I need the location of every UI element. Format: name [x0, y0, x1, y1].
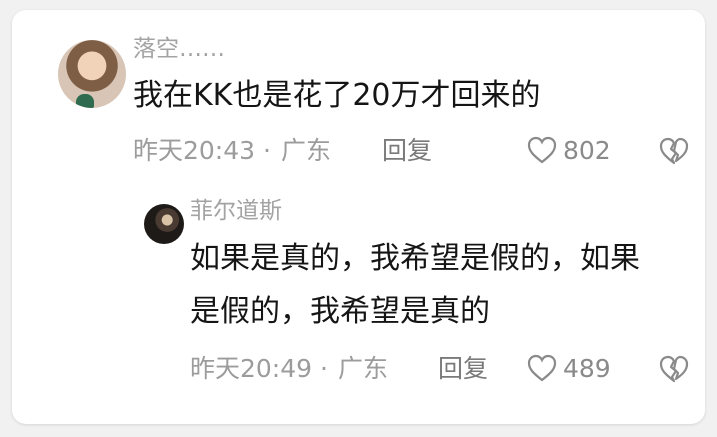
comment-location: 广东: [281, 136, 332, 165]
reply-button[interactable]: 回复: [382, 138, 432, 163]
heart-outline-icon: [527, 354, 557, 382]
reply-text-line-1: 如果是真的，我希望是假的，如果: [190, 241, 640, 276]
reply-text-line-2: 是假的，我希望是真的: [190, 294, 490, 329]
reply-like-count: 489: [563, 353, 611, 383]
reply-time: 昨天20:49: [190, 354, 313, 383]
comment-card: 落空…… 我在KK也是花了20万才回来的 昨天20:43 · 广东 回复 802 菲…: [12, 10, 705, 424]
broken-heart-icon: [659, 137, 689, 165]
reply-dislike-button[interactable]: [659, 355, 689, 383]
avatar-cup: [76, 94, 94, 108]
user-avatar[interactable]: [58, 40, 126, 108]
reply-username[interactable]: 菲尔道斯: [190, 200, 282, 223]
comment-time: 昨天20:43: [133, 136, 256, 165]
comment-text: 我在KK也是花了20万才回来的: [133, 78, 541, 113]
meta-separator: ·: [320, 354, 328, 383]
reply-meta: 昨天20:49 · 广东: [190, 356, 388, 381]
broken-heart-icon: [659, 355, 689, 383]
like-count: 802: [563, 135, 611, 165]
heart-outline-icon: [527, 136, 557, 164]
comment-meta: 昨天20:43 · 广东: [133, 138, 331, 163]
dislike-button[interactable]: [659, 137, 689, 165]
comment-username[interactable]: 落空……: [133, 38, 225, 61]
reply-user-avatar[interactable]: [144, 204, 184, 244]
meta-separator: ·: [263, 136, 271, 165]
reply-like-button[interactable]: 489: [527, 354, 611, 382]
reply-reply-button[interactable]: 回复: [438, 356, 488, 381]
reply-location: 广东: [338, 354, 389, 383]
like-button[interactable]: 802: [527, 136, 611, 164]
